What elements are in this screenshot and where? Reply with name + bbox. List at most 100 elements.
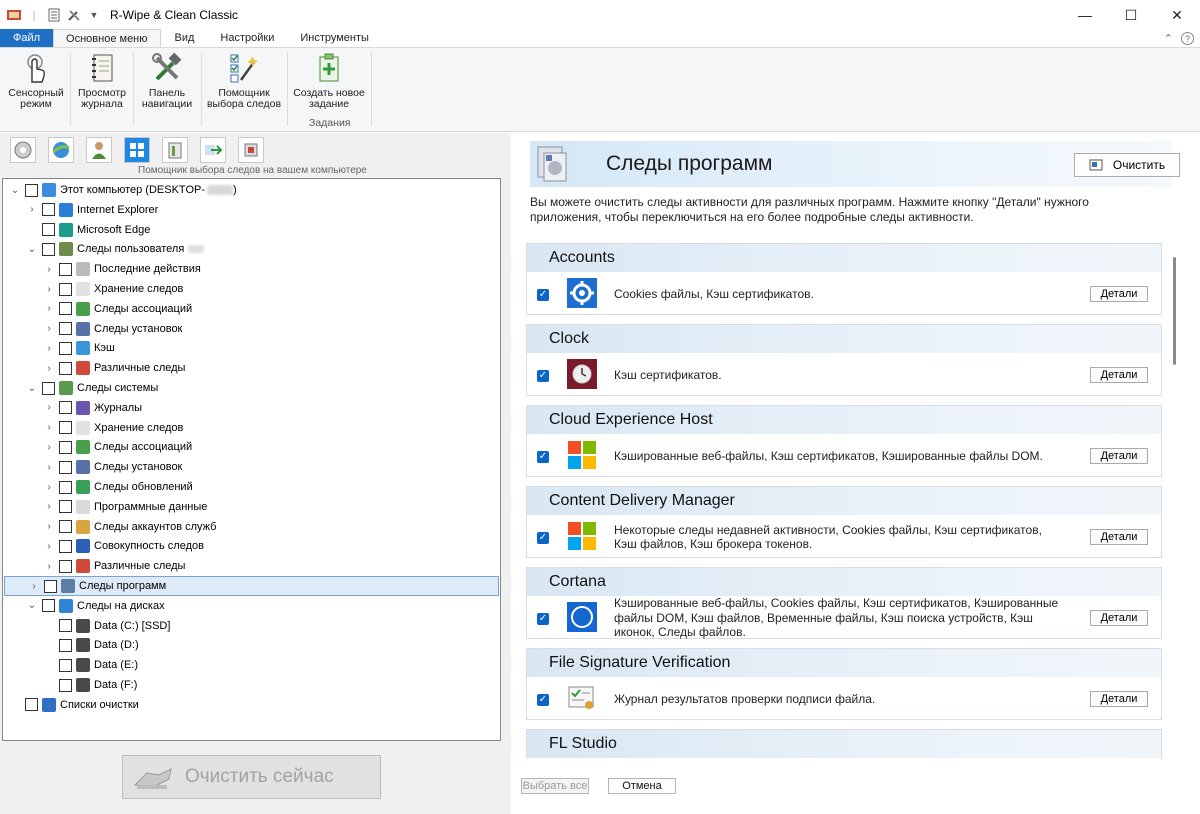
chevron-right-icon[interactable]: › [28, 581, 40, 592]
chevron-down-icon[interactable]: ⌄ [26, 244, 38, 255]
tree-item[interactable]: Microsoft Edge [3, 220, 150, 240]
wizard-user-button[interactable] [86, 137, 112, 163]
tree-item[interactable]: ⌄ Следы системы [3, 378, 158, 398]
tree-checkbox[interactable] [44, 579, 57, 593]
panel-splitter[interactable] [503, 133, 511, 814]
tree-item[interactable]: ⌄ Следы пользователя [3, 239, 205, 259]
tree-item[interactable]: Data (C:) [SSD] [3, 616, 170, 636]
tab-view[interactable]: Вид [161, 29, 209, 47]
select-all-button[interactable]: Выбрать все [521, 778, 589, 794]
tab-tools[interactable]: Инструменты [286, 29, 383, 47]
tab-settings[interactable]: Настройки [208, 29, 286, 47]
details-button[interactable]: Детали [1090, 448, 1148, 464]
wizard-disk-button[interactable] [10, 137, 36, 163]
wizard-system-button[interactable] [162, 137, 188, 163]
view-log-button[interactable]: Просмотр журнала [74, 52, 130, 116]
clean-now-button[interactable]: Очистить сейчас [122, 755, 381, 799]
app-checkbox[interactable]: ✓ [537, 532, 549, 544]
tree-item[interactable]: Data (D:) [3, 635, 139, 655]
tree-checkbox[interactable] [59, 460, 72, 474]
chevron-right-icon[interactable]: › [43, 422, 55, 433]
tab-file[interactable]: Файл [0, 29, 54, 47]
chevron-right-icon[interactable]: › [43, 264, 55, 275]
tree-item[interactable]: › Следы установок [3, 319, 182, 339]
tools-small-icon[interactable] [66, 7, 82, 23]
app-logo-icon[interactable] [6, 7, 22, 23]
tree-checkbox[interactable] [59, 282, 72, 296]
tree-item[interactable]: Data (E:) [3, 655, 138, 675]
chevron-right-icon[interactable]: › [43, 482, 55, 493]
tree-item[interactable]: › Следы ассоциаций [3, 299, 192, 319]
tree-checkbox[interactable] [25, 698, 38, 712]
tree-checkbox[interactable] [42, 599, 55, 613]
tree-item[interactable]: › Internet Explorer [3, 200, 158, 220]
chevron-right-icon[interactable]: › [43, 343, 55, 354]
maximize-button[interactable]: ☐ [1108, 0, 1154, 30]
tree-item[interactable]: › Журналы [3, 398, 142, 418]
tree-checkbox[interactable] [42, 242, 55, 256]
app-checkbox[interactable]: ✓ [537, 289, 549, 301]
details-button[interactable]: Детали [1090, 529, 1148, 545]
tree-checkbox[interactable] [59, 262, 72, 276]
chevron-down-icon[interactable]: ⌄ [9, 185, 21, 196]
tree-checkbox[interactable] [59, 520, 72, 534]
tree-checkbox[interactable] [59, 341, 72, 355]
app-checkbox[interactable]: ✓ [537, 694, 549, 706]
cancel-button[interactable]: Отмена [608, 778, 676, 794]
wizard-windows-button[interactable] [124, 137, 150, 163]
tree-checkbox[interactable] [59, 658, 72, 672]
tree-checkbox[interactable] [59, 401, 72, 415]
tree-item[interactable]: › Следы установок [3, 457, 182, 477]
properties-icon[interactable] [46, 7, 62, 23]
tree-checkbox[interactable] [59, 302, 72, 316]
chevron-right-icon[interactable]: › [26, 204, 38, 215]
customize-dropdown-icon[interactable]: ▼ [86, 7, 102, 23]
tree-item[interactable]: › Программные данные [3, 497, 207, 517]
tree-checkbox[interactable] [59, 678, 72, 692]
chevron-right-icon[interactable]: › [43, 323, 55, 334]
chevron-right-icon[interactable]: › [43, 462, 55, 473]
tree-item[interactable]: › Различные следы [3, 556, 185, 576]
tree-item[interactable]: › Последние действия [3, 259, 201, 279]
details-button[interactable]: Детали [1090, 610, 1148, 626]
scrollbar-thumb[interactable] [1173, 257, 1176, 365]
details-button[interactable]: Детали [1090, 367, 1148, 383]
chevron-right-icon[interactable]: › [43, 442, 55, 453]
tree-checkbox[interactable] [59, 638, 72, 652]
chevron-right-icon[interactable]: › [43, 521, 55, 532]
chevron-right-icon[interactable]: › [43, 303, 55, 314]
tree-checkbox[interactable] [59, 500, 72, 514]
app-list-scrollbar[interactable] [1170, 243, 1182, 759]
app-checkbox[interactable]: ✓ [537, 370, 549, 382]
chevron-right-icon[interactable]: › [43, 402, 55, 413]
tree-item[interactable]: › Хранение следов [3, 418, 183, 438]
tree-checkbox[interactable] [42, 203, 55, 217]
tree-checkbox[interactable] [59, 421, 72, 435]
tree-item[interactable]: › Кэш [3, 338, 115, 358]
collapse-ribbon-icon[interactable]: ⌃ [1164, 32, 1173, 45]
chevron-right-icon[interactable]: › [43, 561, 55, 572]
navigation-panel-button[interactable]: Панель навигации [137, 52, 197, 116]
tree-item[interactable]: › Хранение следов [3, 279, 183, 299]
tree-checkbox[interactable] [59, 440, 72, 454]
tree-item[interactable]: ⌄ Следы на дисках [3, 596, 165, 616]
tree-checkbox[interactable] [42, 381, 55, 395]
tree-checkbox[interactable] [59, 322, 72, 336]
app-checkbox[interactable]: ✓ [537, 451, 549, 463]
clean-button[interactable]: Очистить [1074, 153, 1180, 177]
tree-item[interactable]: › Следы программ [4, 576, 499, 596]
details-button[interactable]: Детали [1090, 691, 1148, 707]
tree-checkbox[interactable] [59, 361, 72, 375]
create-task-button[interactable]: Создать новое задание [290, 52, 368, 116]
app-checkbox[interactable]: ✓ [537, 613, 549, 625]
chevron-right-icon[interactable]: › [43, 541, 55, 552]
tree-checkbox[interactable] [59, 539, 72, 553]
chevron-down-icon[interactable]: ⌄ [26, 600, 38, 611]
touch-mode-button[interactable]: Сенсорный режим [4, 52, 68, 116]
tree-item[interactable]: › Следы аккаунтов служб [3, 517, 216, 537]
minimize-button[interactable]: — [1062, 0, 1108, 30]
chevron-right-icon[interactable]: › [43, 501, 55, 512]
tree-checkbox[interactable] [59, 480, 72, 494]
tree-item[interactable]: › Совокупность следов [3, 536, 204, 556]
tree-checkbox[interactable] [42, 223, 55, 237]
